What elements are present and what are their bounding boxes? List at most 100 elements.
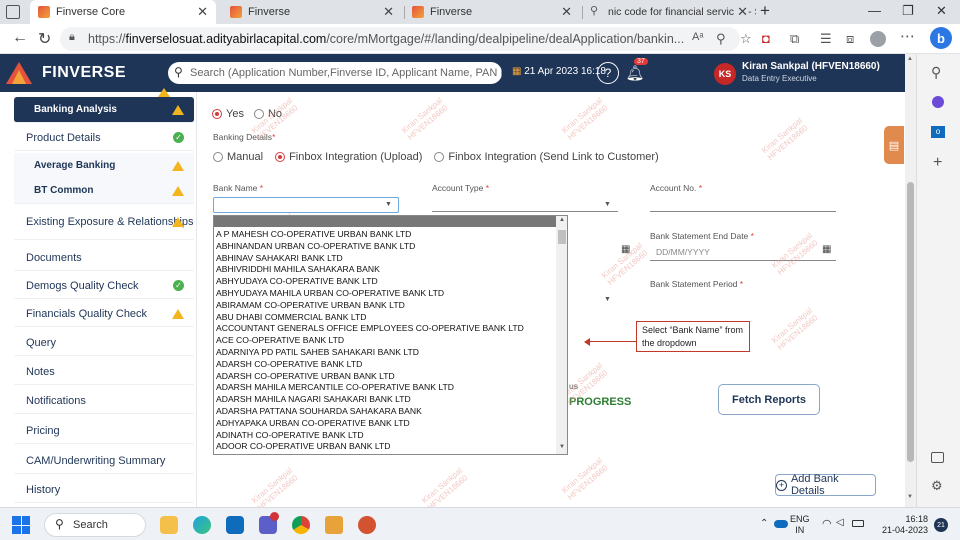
bank-name-dropdown-list[interactable]: ▲ ▼ A P MAHESH CO-OPERATIVE URBAN BANK L…: [213, 215, 568, 455]
dropdown-option[interactable]: ABHIVRIDDHI MAHILA SAHAKARA BANK: [216, 264, 380, 275]
collections-icon[interactable]: ⧈: [846, 31, 854, 47]
browser-tab-finverse-core[interactable]: Finverse Core ✕: [30, 0, 216, 24]
dropdown-option[interactable]: ABHYUDAYA MAHILA URBAN CO-OPERATIVE BANK…: [216, 288, 444, 299]
close-tab-icon[interactable]: ✕: [383, 4, 394, 20]
dropdown-option[interactable]: ADARSH CO-OPERATIVE URBAN BANK LTD: [216, 371, 395, 382]
minimize-icon[interactable]: —: [868, 3, 881, 18]
dropdown-option[interactable]: ADARSH MAHILA NAGARI SAHAKARI BANK LTD: [216, 394, 411, 405]
dropdown-option[interactable]: ADARSH MAHILA MERCANTILE CO-OPERATIVE BA…: [216, 382, 454, 393]
sidebar-item[interactable]: Notes: [14, 359, 194, 385]
taskbar-search[interactable]: ⚲ Search: [44, 513, 146, 537]
sidebar-item[interactable]: Query: [14, 330, 194, 356]
dropdown-option[interactable]: A P MAHESH CO-OPERATIVE URBAN BANK LTD: [216, 229, 411, 240]
add-sidebar-app-icon[interactable]: +: [933, 154, 942, 172]
yes-radio[interactable]: [212, 109, 222, 119]
close-tab-icon[interactable]: ✕: [734, 4, 748, 20]
dropdown-highlighted-option[interactable]: [214, 216, 556, 227]
scroll-up-icon[interactable]: ▲: [907, 56, 913, 62]
outlook-icon[interactable]: [226, 516, 244, 534]
sidebar-item[interactable]: Existing Exposure & Relationships: [14, 204, 194, 240]
bank-name-select[interactable]: ▼: [213, 197, 399, 213]
dropdown-option[interactable]: ADOOR CO-OPERATIVE URBAN BANK LTD: [216, 441, 390, 452]
zoom-icon[interactable]: ⚲: [716, 31, 726, 47]
dropdown-option[interactable]: ABU DHABI COMMERCIAL BANK LTD: [216, 312, 366, 323]
bell-icon[interactable]: 🔔︎: [624, 62, 646, 84]
search-icon[interactable]: ⚲: [931, 64, 941, 81]
manual-radio[interactable]: [213, 152, 223, 162]
browser-tab-finverse-2[interactable]: Finverse ✕: [404, 0, 580, 24]
powerpoint-icon[interactable]: [358, 516, 376, 534]
clock[interactable]: 16:18 21-04-2023: [876, 514, 928, 536]
browser-tab-finverse-1[interactable]: Finverse ✕: [222, 0, 402, 24]
outlook-icon[interactable]: o: [931, 126, 945, 138]
dropdown-option[interactable]: ABIRAMAM CO-OPERATIVE URBAN BANK LTD: [216, 300, 405, 311]
account-no-input[interactable]: [650, 211, 836, 212]
close-tab-icon[interactable]: ✕: [561, 4, 572, 20]
sidebar-layout-icon[interactable]: [931, 452, 944, 463]
new-tab-icon[interactable]: +: [760, 1, 770, 21]
dropdown-option[interactable]: ACCOUNTANT GENERALS OFFICE EMPLOYEES CO-…: [216, 323, 524, 334]
dropdown-option[interactable]: ADARSH CO-OPERATIVE BANK LTD: [216, 359, 362, 370]
avatar[interactable]: KS: [714, 63, 736, 85]
statement-end-date-input[interactable]: DD/MM/YYYY: [656, 247, 710, 257]
sidebar-item[interactable]: Notifications: [14, 388, 194, 414]
page-scrollbar[interactable]: ▲ ▼: [905, 54, 916, 507]
fetch-reports-button[interactable]: Fetch Reports: [718, 384, 820, 415]
scroll-up-icon[interactable]: ▲: [559, 217, 565, 223]
dropdown-option[interactable]: ADARNIYA PD PATIL SAHEB SAHAKARI BANK LT…: [216, 347, 419, 358]
windows-start-icon[interactable]: [12, 516, 30, 534]
dropdown-option[interactable]: ACE CO-OPERATIVE BANK LTD: [216, 335, 344, 346]
sidebar-item[interactable]: Demogs Quality Check ✓: [14, 273, 194, 299]
dropdown-scroll-thumb[interactable]: [558, 230, 566, 244]
tray-chevron-icon[interactable]: ⌃: [760, 518, 768, 529]
settings-icon[interactable]: ⚙: [931, 478, 943, 494]
shopping-icon[interactable]: [932, 96, 944, 108]
sidebar-item[interactable]: Average Banking: [14, 153, 194, 179]
help-icon[interactable]: ?: [597, 62, 619, 84]
favorite-icon[interactable]: ☆: [740, 31, 752, 47]
calendar-icon[interactable]: ▦: [822, 244, 831, 255]
account-type-select[interactable]: [432, 211, 618, 212]
address-bar[interactable]: 🔒︎ https://finverselosuat.adityabirlacap…: [60, 27, 740, 51]
add-bank-details-button[interactable]: + Add Bank Details: [775, 473, 876, 497]
sidebar-item[interactable]: Banking Analysis: [14, 97, 194, 123]
favorites-bar-icon[interactable]: ☰: [820, 31, 832, 47]
sidebar-item[interactable]: Financials Quality Check: [14, 301, 194, 327]
network-app-icon[interactable]: [325, 516, 343, 534]
tab-actions-icon[interactable]: [6, 5, 20, 19]
browser-tab-nic-code[interactable]: ⚲ nic code for financial services - S ✕: [582, 0, 756, 24]
page-scroll-thumb[interactable]: [907, 182, 914, 462]
dropdown-option[interactable]: ADINATH CO-OPERATIVE BANK LTD: [216, 430, 364, 441]
sidebar-item[interactable]: Pricing: [14, 418, 194, 444]
edge-icon[interactable]: [193, 516, 211, 534]
profile-icon[interactable]: [870, 31, 886, 47]
sidebar-item[interactable]: Product Details ✓: [14, 125, 194, 151]
bing-icon[interactable]: b: [930, 27, 952, 49]
dropdown-scrollbar[interactable]: ▲ ▼: [556, 216, 567, 454]
volume-icon[interactable]: ◁: [836, 517, 844, 528]
battery-icon[interactable]: [852, 520, 864, 527]
sidebar-item[interactable]: CAM/Underwriting Summary: [14, 448, 194, 474]
close-window-icon[interactable]: ✕: [936, 3, 947, 19]
dropdown-option[interactable]: ABHINANDAN URBAN CO-OPERATIVE BANK LTD: [216, 241, 415, 252]
language-indicator[interactable]: ENG IN: [790, 514, 810, 536]
more-options-icon[interactable]: ⋯: [900, 27, 915, 45]
scroll-down-icon[interactable]: ▼: [559, 444, 565, 450]
dropdown-option[interactable]: ADARSHA PATTANA SOUHARDA SAHAKARA BANK: [216, 406, 422, 417]
scroll-down-icon[interactable]: ▼: [907, 494, 913, 500]
dropdown-option[interactable]: ADHYAPAKA URBAN CO-OPERATIVE BANK LTD: [216, 418, 410, 429]
restore-icon[interactable]: ❐: [902, 3, 914, 19]
finbox-upload-radio[interactable]: [275, 152, 286, 162]
chrome-icon[interactable]: [292, 516, 310, 534]
wifi-icon[interactable]: ◠: [822, 517, 832, 530]
back-icon[interactable]: ←: [12, 29, 28, 47]
dropdown-option[interactable]: ABHYUDAYA CO-OPERATIVE BANK LTD: [216, 276, 378, 287]
shield-extension-icon[interactable]: ◘: [762, 31, 770, 46]
onedrive-icon[interactable]: [774, 520, 788, 528]
refresh-icon[interactable]: ↻: [38, 29, 51, 49]
dropdown-option[interactable]: ABHINAV SAHAKARI BANK LTD: [216, 253, 343, 264]
document-panel-icon[interactable]: ▤: [884, 126, 904, 164]
notification-center-badge[interactable]: 21: [934, 518, 948, 532]
finbox-link-radio[interactable]: [434, 152, 445, 162]
global-search-input[interactable]: ⚲ Search (Application Number,Finverse ID…: [168, 62, 502, 84]
